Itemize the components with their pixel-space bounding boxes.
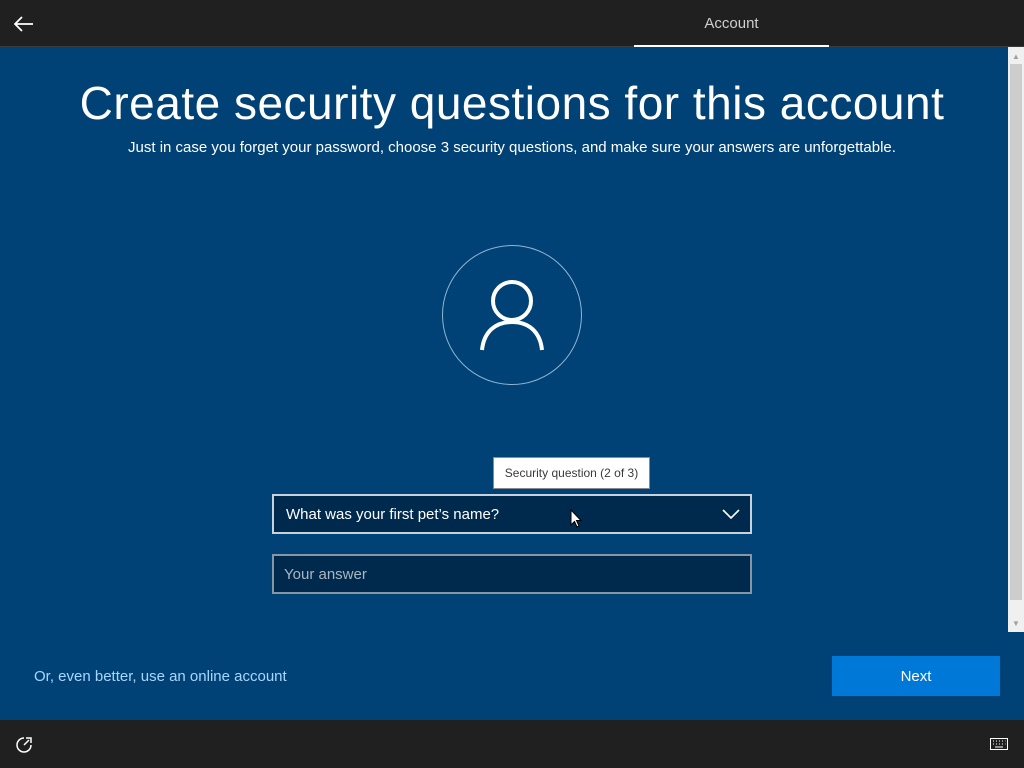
bottom-bar [0, 720, 1024, 768]
step-tab-account: Account [704, 15, 759, 32]
scrollbar[interactable]: ▲ ▼ [1008, 47, 1024, 632]
tooltip: Security question (2 of 3) [493, 457, 650, 489]
security-question-value: What was your first pet’s name? [286, 505, 500, 523]
page-subtitle: Just in case you forget your password, c… [128, 139, 896, 156]
back-button[interactable] [8, 9, 40, 39]
security-question-dropdown[interactable]: What was your first pet’s name? [272, 494, 752, 534]
answer-input[interactable] [272, 554, 752, 594]
online-account-link[interactable]: Or, even better, use an online account [34, 668, 287, 685]
back-arrow-icon [14, 16, 33, 32]
mouse-cursor-icon [570, 509, 582, 528]
page-title: Create security questions for this accou… [79, 77, 945, 129]
top-bar: Account [0, 0, 1024, 47]
user-icon [480, 280, 544, 351]
avatar [442, 245, 582, 385]
next-button[interactable]: Next [832, 656, 1000, 696]
scroll-up-arrow-icon[interactable]: ▲ [1008, 48, 1024, 64]
scroll-down-arrow-icon[interactable]: ▼ [1008, 615, 1024, 631]
chevron-down-icon [722, 509, 740, 520]
ease-of-access-icon[interactable] [14, 735, 34, 755]
keyboard-icon[interactable] [990, 738, 1008, 750]
